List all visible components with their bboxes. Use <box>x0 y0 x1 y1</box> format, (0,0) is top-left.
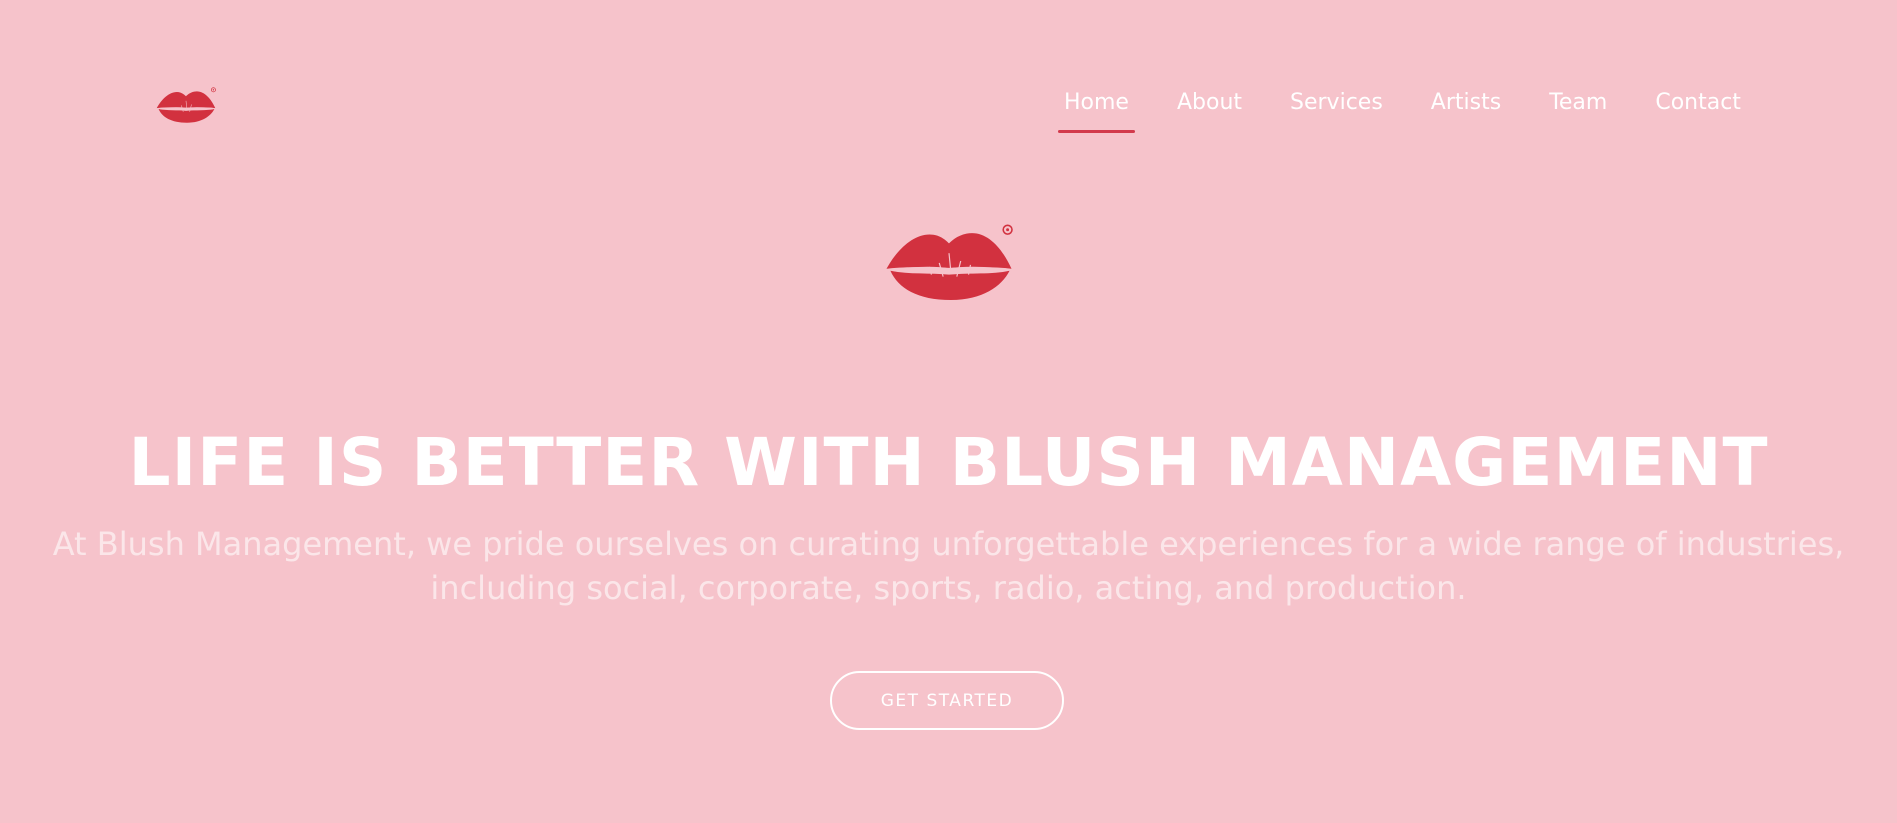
page: Home About Services Artists Team Contact… <box>0 0 1897 823</box>
nav-contact[interactable]: Contact <box>1649 86 1747 119</box>
nav-team[interactable]: Team <box>1543 86 1613 119</box>
red-lips-logo-icon <box>156 87 216 123</box>
nav-about[interactable]: About <box>1171 86 1248 119</box>
hero-logo <box>880 218 1018 302</box>
main-nav: Home About Services Artists Team Contact <box>1058 86 1747 133</box>
hero-headline: LIFE IS BETTER WITH BLUSH MANAGEMENT <box>128 424 1769 501</box>
nav-artists[interactable]: Artists <box>1425 86 1507 119</box>
nav-home[interactable]: Home <box>1058 86 1135 133</box>
brand-logo-link[interactable] <box>154 84 218 124</box>
get-started-button[interactable]: GET STARTED <box>830 671 1064 730</box>
hero-subtitle: At Blush Management, we pride ourselves … <box>52 525 1845 607</box>
red-lips-logo-icon <box>886 224 1013 301</box>
nav-services[interactable]: Services <box>1284 86 1389 119</box>
